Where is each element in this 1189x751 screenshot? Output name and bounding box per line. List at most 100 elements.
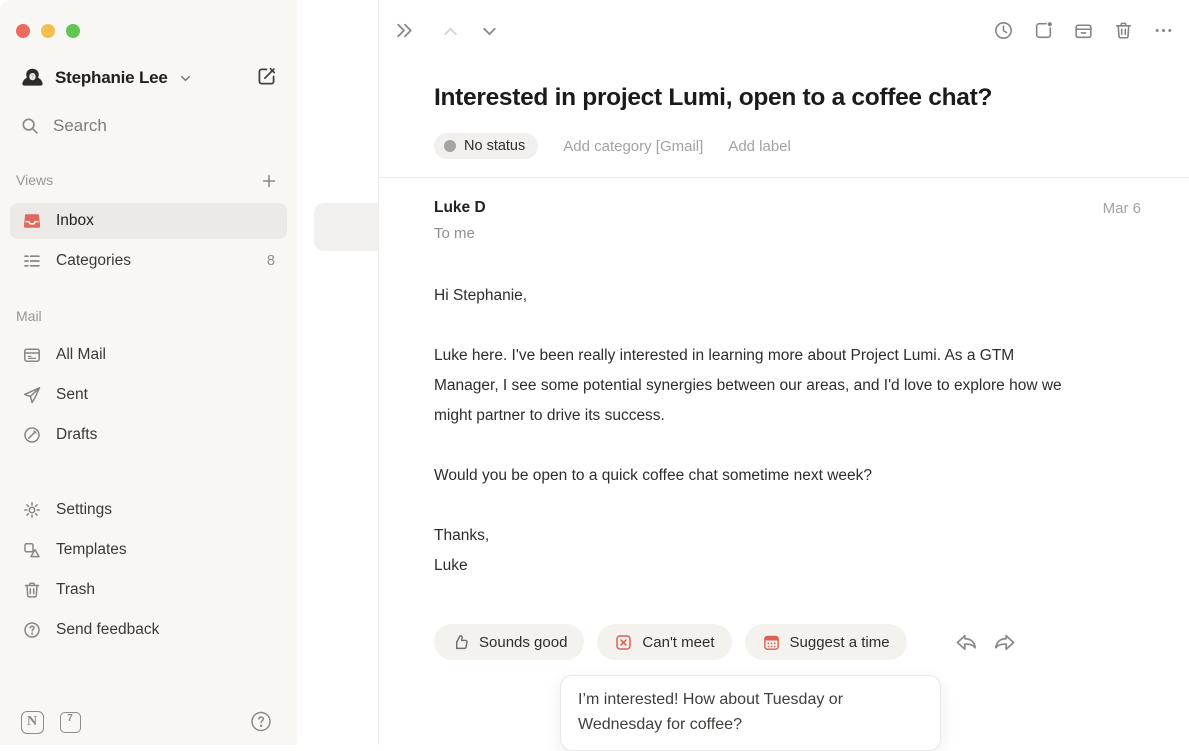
user-avatar: [20, 66, 45, 91]
help-circle-icon: [22, 620, 42, 640]
archive-button[interactable]: [1073, 20, 1094, 41]
search-placeholder: Search: [53, 116, 107, 136]
clock-icon: [993, 20, 1014, 41]
trash-icon: [1113, 20, 1134, 41]
sidebar-item-send-feedback[interactable]: Send feedback: [10, 612, 287, 648]
sidebar-item-label: Trash: [56, 581, 275, 599]
add-label-chip[interactable]: Add label: [728, 138, 791, 155]
sidebar-item-label: Settings: [56, 501, 275, 519]
email-body: Hi Stephanie, Luke here. I've been reall…: [434, 281, 1144, 581]
thumbs-up-icon: [451, 633, 470, 652]
chevron-up-icon: [440, 21, 461, 42]
body-line: Hi Stephanie,: [434, 281, 1144, 311]
sidebar-item-categories[interactable]: Categories 8: [10, 243, 287, 279]
all-mail-icon: [22, 345, 42, 365]
body-line: might partner to drive its success.: [434, 401, 1144, 431]
body-line: Would you be open to a quick coffee chat…: [434, 461, 1144, 491]
sidebar-item-sent[interactable]: Sent: [10, 377, 287, 413]
sidebar: Stephanie Lee Search Views Inbox Categor…: [0, 0, 297, 745]
quick-reply-row: Sounds good Can't meet Suggest a time: [434, 624, 907, 660]
sidebar-item-label: Send feedback: [56, 621, 275, 639]
status-dot-icon: [444, 140, 456, 152]
categories-icon: [22, 251, 42, 271]
sidebar-item-label: Categories: [56, 252, 253, 270]
views-section-header: Views: [16, 172, 53, 188]
snooze-button[interactable]: [993, 20, 1014, 41]
reply-arrow-icon: [953, 629, 980, 656]
search-input[interactable]: Search: [20, 111, 260, 141]
sidebar-item-inbox[interactable]: Inbox: [10, 203, 287, 239]
window-minimize-button[interactable]: [41, 24, 55, 38]
calendar-icon: 7: [60, 712, 81, 733]
double-chevron-right-icon: [393, 19, 416, 42]
inbox-icon: [22, 211, 42, 231]
recipient-line[interactable]: To me: [434, 225, 475, 242]
body-line: Luke here. I've been really interested i…: [434, 341, 1144, 371]
more-options-button[interactable]: [1153, 20, 1174, 41]
sidebar-item-label: Inbox: [56, 212, 275, 230]
chips-row: No status Add category [Gmail] Add label: [434, 133, 791, 159]
body-line: Manager, I see some potential synergies …: [434, 371, 1144, 401]
sidebar-item-templates[interactable]: Templates: [10, 532, 287, 568]
sidebar-item-label: Drafts: [56, 426, 275, 444]
sender-name: Luke D: [434, 199, 486, 217]
trash-button[interactable]: [1113, 20, 1134, 41]
body-line: Thanks,: [434, 521, 1144, 551]
collapsed-list-selected-item[interactable]: [314, 203, 378, 251]
ellipsis-icon: [1153, 20, 1174, 41]
categories-count-badge: 8: [267, 253, 275, 269]
quick-reply-cant-meet[interactable]: Can't meet: [597, 624, 731, 660]
tooltip-line: Wednesday for coffee?: [578, 712, 923, 737]
reply-button[interactable]: [953, 629, 980, 656]
sidebar-item-trash[interactable]: Trash: [10, 572, 287, 608]
add-category-chip[interactable]: Add category [Gmail]: [563, 138, 703, 155]
body-line: Luke: [434, 551, 1144, 581]
drafts-icon: [22, 425, 42, 445]
mark-unread-icon: [1033, 20, 1054, 41]
status-chip[interactable]: No status: [434, 133, 538, 159]
window-close-button[interactable]: [16, 24, 30, 38]
compose-icon: [255, 65, 278, 88]
window-zoom-button[interactable]: [66, 24, 80, 38]
calendar-icon: [762, 633, 781, 652]
forward-arrow-icon: [991, 629, 1018, 656]
header-divider: [379, 177, 1189, 178]
collapse-panel-button[interactable]: [393, 19, 416, 42]
archive-icon: [1073, 20, 1094, 41]
gear-icon: [22, 500, 42, 520]
notion-mail-app-button[interactable]: N: [20, 710, 44, 734]
quick-reply-sounds-good[interactable]: Sounds good: [434, 624, 584, 660]
previous-email-button[interactable]: [440, 21, 461, 42]
mark-unread-button[interactable]: [1033, 20, 1054, 41]
help-button[interactable]: [249, 709, 273, 733]
quick-reply-label: Suggest a time: [790, 634, 890, 651]
mail-section-header: Mail: [16, 308, 42, 324]
suggested-reply-tooltip[interactable]: I’m interested! How about Tuesday or Wed…: [560, 675, 941, 751]
sidebar-item-drafts[interactable]: Drafts: [10, 417, 287, 453]
quick-reply-suggest-time[interactable]: Suggest a time: [745, 624, 907, 660]
sidebar-item-all-mail[interactable]: All Mail: [10, 337, 287, 373]
plus-icon: [260, 172, 278, 190]
email-subject: Interested in project Lumi, open to a co…: [434, 84, 992, 112]
sidebar-item-label: All Mail: [56, 346, 275, 364]
compose-button[interactable]: [252, 62, 280, 90]
status-label: No status: [464, 138, 525, 154]
message-date: Mar 6: [1103, 200, 1141, 217]
quick-reply-label: Can't meet: [642, 634, 714, 651]
next-email-button[interactable]: [479, 21, 500, 42]
message-toolbar: [993, 20, 1174, 41]
sent-icon: [22, 385, 42, 405]
pane-divider: [378, 0, 379, 745]
calendar-app-button[interactable]: 7: [58, 710, 82, 734]
search-icon: [20, 116, 40, 136]
app-window: { "window": { "traffic_lights": ["close"…: [0, 0, 1189, 745]
forward-button[interactable]: [991, 629, 1018, 656]
help-circle-icon: [249, 709, 273, 734]
trash-icon: [22, 580, 42, 600]
quick-reply-label: Sounds good: [479, 634, 567, 651]
user-name: Stephanie Lee: [55, 68, 168, 88]
account-switcher[interactable]: Stephanie Lee: [20, 62, 280, 94]
x-square-icon: [614, 633, 633, 652]
add-view-button[interactable]: [258, 170, 280, 192]
sidebar-item-settings[interactable]: Settings: [10, 492, 287, 528]
